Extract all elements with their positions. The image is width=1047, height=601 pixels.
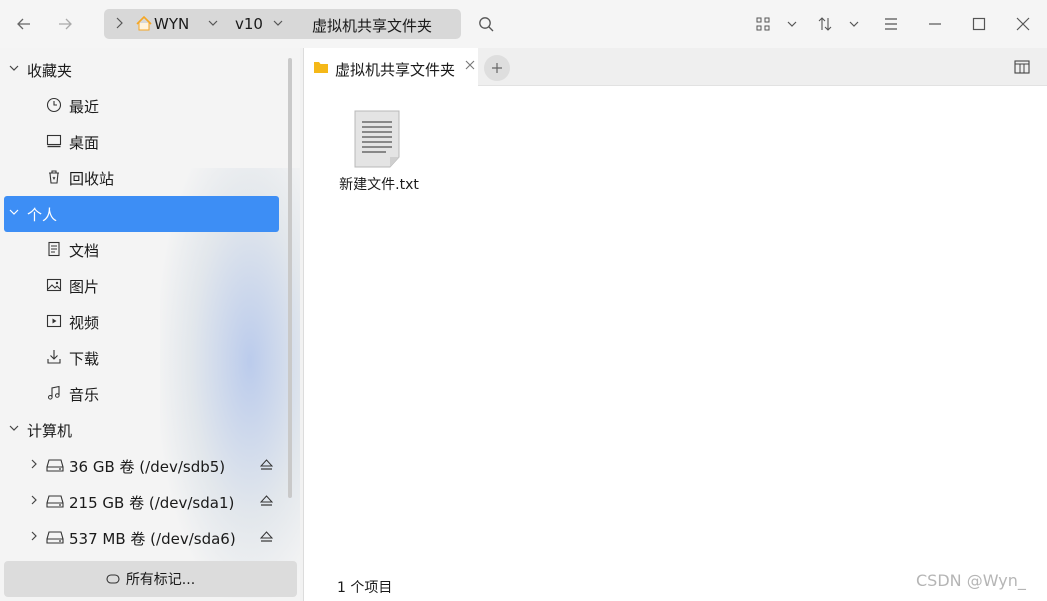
maximize-icon bbox=[972, 17, 986, 31]
file-name: 新建文件.txt bbox=[339, 177, 419, 193]
chevron-down-icon bbox=[8, 422, 20, 434]
sidebar-item-label: 537 MB 卷 (/dev/sda6) bbox=[69, 530, 236, 548]
main-panel: 虚拟机共享文件夹 新建文件.txt 1 个项目 CSDN @Wyn_ bbox=[303, 48, 1047, 601]
sidebar-item-volume-sda6[interactable]: 537 MB 卷 (/dev/sda6) bbox=[4, 520, 279, 556]
sidebar-item-label: 最近 bbox=[69, 98, 100, 116]
all-tags-button[interactable]: 所有标记... bbox=[4, 561, 297, 597]
close-button[interactable] bbox=[1008, 9, 1038, 39]
sidebar-item-label: 视频 bbox=[69, 314, 100, 332]
sort-icon bbox=[818, 17, 832, 31]
sidebar-group-computer[interactable]: 计算机 bbox=[4, 412, 279, 448]
chevron-down-icon bbox=[786, 18, 798, 30]
music-icon bbox=[46, 385, 62, 401]
back-button[interactable] bbox=[9, 9, 39, 39]
drive-icon bbox=[46, 529, 64, 545]
sidebar-group-label: 个人 bbox=[27, 206, 58, 224]
close-icon[interactable] bbox=[465, 60, 475, 70]
detail-panel-icon[interactable] bbox=[1014, 60, 1030, 74]
document-icon bbox=[46, 241, 62, 257]
sidebar-item-downloads[interactable]: 下载 bbox=[4, 340, 279, 376]
minimize-icon bbox=[928, 17, 942, 31]
sidebar-item-label: 音乐 bbox=[69, 386, 100, 404]
clock-icon bbox=[46, 97, 62, 113]
eject-icon[interactable] bbox=[260, 531, 273, 543]
hamburger-icon bbox=[884, 18, 898, 30]
view-mode-button[interactable] bbox=[748, 9, 778, 39]
sort-dropdown[interactable] bbox=[839, 9, 869, 39]
sidebar-item-label: 下载 bbox=[69, 350, 100, 368]
sidebar-item-label: 图片 bbox=[69, 278, 100, 296]
eject-icon[interactable] bbox=[260, 495, 273, 507]
sidebar-item-pictures[interactable]: 图片 bbox=[4, 268, 279, 304]
sidebar-item-volume-sdb5[interactable]: 36 GB 卷 (/dev/sdb5) bbox=[4, 448, 279, 484]
sidebar-group-label: 收藏夹 bbox=[27, 62, 73, 80]
sidebar: 收藏夹 最近 桌面 回收站 个人 文档 图片 视频 下载 音乐 计算机 36 G… bbox=[0, 48, 300, 601]
drive-icon bbox=[46, 457, 64, 473]
search-icon bbox=[478, 16, 494, 32]
sidebar-item-label: 215 GB 卷 (/dev/sda1) bbox=[69, 494, 235, 512]
all-tags-label: 所有标记... bbox=[125, 572, 196, 588]
folder-icon bbox=[313, 60, 329, 74]
arrow-left-icon bbox=[16, 16, 32, 32]
chevron-down-icon[interactable] bbox=[207, 16, 219, 30]
sidebar-scrollbar[interactable] bbox=[288, 58, 292, 498]
sidebar-item-label: 36 GB 卷 (/dev/sdb5) bbox=[69, 458, 226, 476]
sidebar-group-label: 计算机 bbox=[27, 422, 73, 440]
chevron-down-icon[interactable] bbox=[272, 16, 284, 30]
chevron-down-icon bbox=[8, 62, 20, 74]
trash-icon bbox=[46, 169, 62, 185]
sidebar-item-recent[interactable]: 最近 bbox=[4, 88, 279, 124]
file-item[interactable]: 新建文件.txt bbox=[329, 110, 429, 200]
tag-icon bbox=[106, 573, 120, 585]
chevron-right-icon[interactable] bbox=[29, 494, 39, 506]
breadcrumb-current[interactable]: 虚拟机共享文件夹 bbox=[312, 15, 432, 36]
plus-icon bbox=[491, 62, 503, 74]
chevron-down-icon bbox=[848, 18, 860, 30]
sidebar-item-label: 文档 bbox=[69, 242, 100, 260]
sidebar-item-music[interactable]: 音乐 bbox=[4, 376, 279, 412]
address-bar[interactable]: WYN v10 虚拟机共享文件夹 bbox=[104, 9, 461, 39]
sidebar-item-label: 回收站 bbox=[69, 170, 115, 188]
video-icon bbox=[46, 313, 62, 329]
close-icon bbox=[1016, 17, 1030, 31]
sort-button[interactable] bbox=[810, 9, 840, 39]
sidebar-item-trash[interactable]: 回收站 bbox=[4, 160, 279, 196]
sidebar-group-personal[interactable]: 个人 bbox=[4, 196, 279, 232]
chevron-right-icon[interactable] bbox=[29, 530, 39, 542]
chevron-right-icon[interactable] bbox=[114, 16, 124, 30]
image-icon bbox=[46, 277, 62, 293]
text-file-icon bbox=[352, 110, 402, 168]
new-tab-button[interactable] bbox=[484, 55, 510, 81]
toolbar: WYN v10 虚拟机共享文件夹 bbox=[0, 0, 1047, 48]
forward-button[interactable] bbox=[50, 9, 80, 39]
home-icon bbox=[136, 16, 152, 31]
status-item-count: 1 个项目 bbox=[337, 580, 393, 596]
tab-shared-folder[interactable]: 虚拟机共享文件夹 bbox=[304, 48, 478, 86]
tab-label: 虚拟机共享文件夹 bbox=[335, 61, 456, 79]
breadcrumb-v10[interactable]: v10 bbox=[235, 15, 263, 33]
sidebar-item-volume-sda1[interactable]: 215 GB 卷 (/dev/sda1) bbox=[4, 484, 279, 520]
desktop-icon bbox=[46, 133, 62, 149]
sidebar-item-label: 桌面 bbox=[69, 134, 100, 152]
search-button[interactable] bbox=[471, 9, 501, 39]
eject-icon[interactable] bbox=[260, 459, 273, 471]
sidebar-item-videos[interactable]: 视频 bbox=[4, 304, 279, 340]
arrow-right-icon bbox=[57, 16, 73, 32]
tab-bar: 虚拟机共享文件夹 bbox=[304, 48, 1047, 86]
grid-icon bbox=[756, 17, 770, 31]
breadcrumb-home[interactable]: WYN bbox=[154, 15, 189, 33]
drive-icon bbox=[46, 493, 64, 509]
sidebar-group-favorites[interactable]: 收藏夹 bbox=[4, 52, 279, 88]
chevron-down-icon bbox=[8, 206, 20, 218]
download-icon bbox=[46, 349, 62, 365]
view-mode-dropdown[interactable] bbox=[777, 9, 807, 39]
sidebar-item-documents[interactable]: 文档 bbox=[4, 232, 279, 268]
maximize-button[interactable] bbox=[964, 9, 994, 39]
chevron-right-icon[interactable] bbox=[29, 458, 39, 470]
menu-button[interactable] bbox=[876, 9, 906, 39]
watermark: CSDN @Wyn_ bbox=[916, 571, 1026, 590]
minimize-button[interactable] bbox=[920, 9, 950, 39]
sidebar-item-desktop[interactable]: 桌面 bbox=[4, 124, 279, 160]
